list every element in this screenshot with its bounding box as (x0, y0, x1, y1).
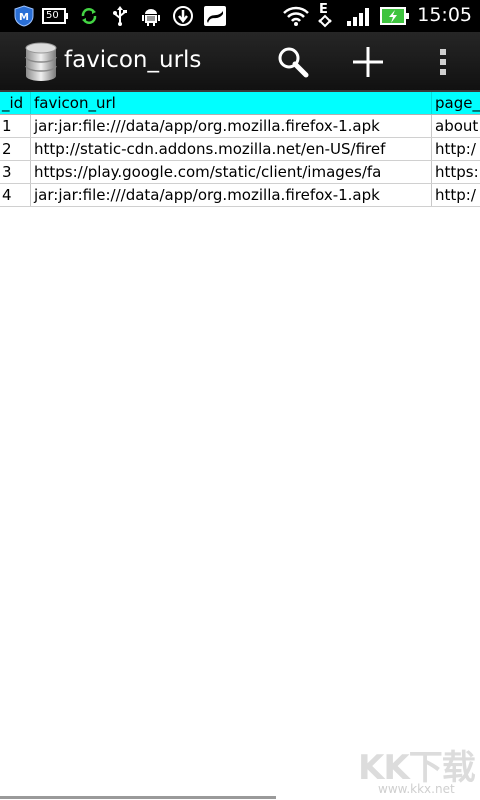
search-button[interactable] (273, 42, 313, 82)
column-header-favicon-url[interactable]: favicon_url (31, 92, 432, 114)
battery-saver-value: 50 (46, 10, 59, 21)
page-title: favicon_urls (64, 47, 202, 73)
table-row[interactable]: 2 http://static-cdn.addons.mozilla.net/e… (0, 138, 480, 161)
svg-text:M: M (19, 12, 29, 23)
action-bar: favicon_urls (0, 32, 480, 92)
sync-icon (78, 5, 100, 27)
cell-id: 2 (0, 138, 31, 160)
status-bar: M 50 E 15:05 (0, 0, 480, 32)
signal-icon (346, 5, 372, 27)
table-row[interactable]: 1 jar:jar:file:///data/app/org.mozilla.f… (0, 115, 480, 138)
column-header-id[interactable]: _id (0, 92, 31, 114)
cell-favicon-url: jar:jar:file:///data/app/org.mozilla.fir… (31, 115, 432, 137)
cell-id: 3 (0, 161, 31, 183)
table-row[interactable]: 3 https://play.google.com/static/client/… (0, 161, 480, 184)
cell-page-url: http:/ (435, 186, 476, 204)
data-table[interactable]: _id favicon_url page_ 1 jar:jar:file:///… (0, 92, 480, 208)
cell-favicon-url: jar:jar:file:///data/app/org.mozilla.fir… (31, 184, 432, 206)
cell-favicon-url: https://play.google.com/static/client/im… (31, 161, 432, 183)
add-button[interactable] (348, 42, 388, 82)
database-icon[interactable] (24, 42, 58, 82)
cell-page-url: https: (435, 163, 479, 181)
table-header-row: _id favicon_url page_ (0, 92, 480, 115)
clock: 15:05 (417, 4, 472, 26)
android-debug-icon (140, 5, 162, 27)
horizontal-scrollbar[interactable] (0, 796, 276, 799)
add-icon (353, 47, 383, 77)
cell-id: 1 (0, 115, 31, 137)
usb-icon (109, 5, 131, 27)
cell-id: 4 (0, 184, 31, 206)
app-notification-icon (203, 5, 227, 27)
shield-icon: M (13, 5, 35, 27)
battery-saver-icon: 50 (42, 5, 70, 27)
overflow-menu-button[interactable] (423, 42, 463, 82)
cell-page-url: about (435, 117, 479, 135)
watermark-url: www.kkx.net (378, 782, 455, 796)
edge-network-icon: E (316, 2, 338, 30)
download-icon (172, 5, 194, 27)
battery-charging-icon (380, 5, 410, 27)
cell-favicon-url: http://static-cdn.addons.mozilla.net/en-… (31, 138, 432, 160)
table-row[interactable]: 4 jar:jar:file:///data/app/org.mozilla.f… (0, 184, 480, 207)
cell-page-url: http:/ (435, 140, 476, 158)
search-icon (278, 47, 309, 78)
overflow-menu-icon (440, 49, 446, 75)
column-header-page[interactable]: page_ (432, 92, 480, 114)
watermark: KK下载 www.kkx.net (356, 740, 476, 798)
wifi-icon (282, 5, 310, 27)
